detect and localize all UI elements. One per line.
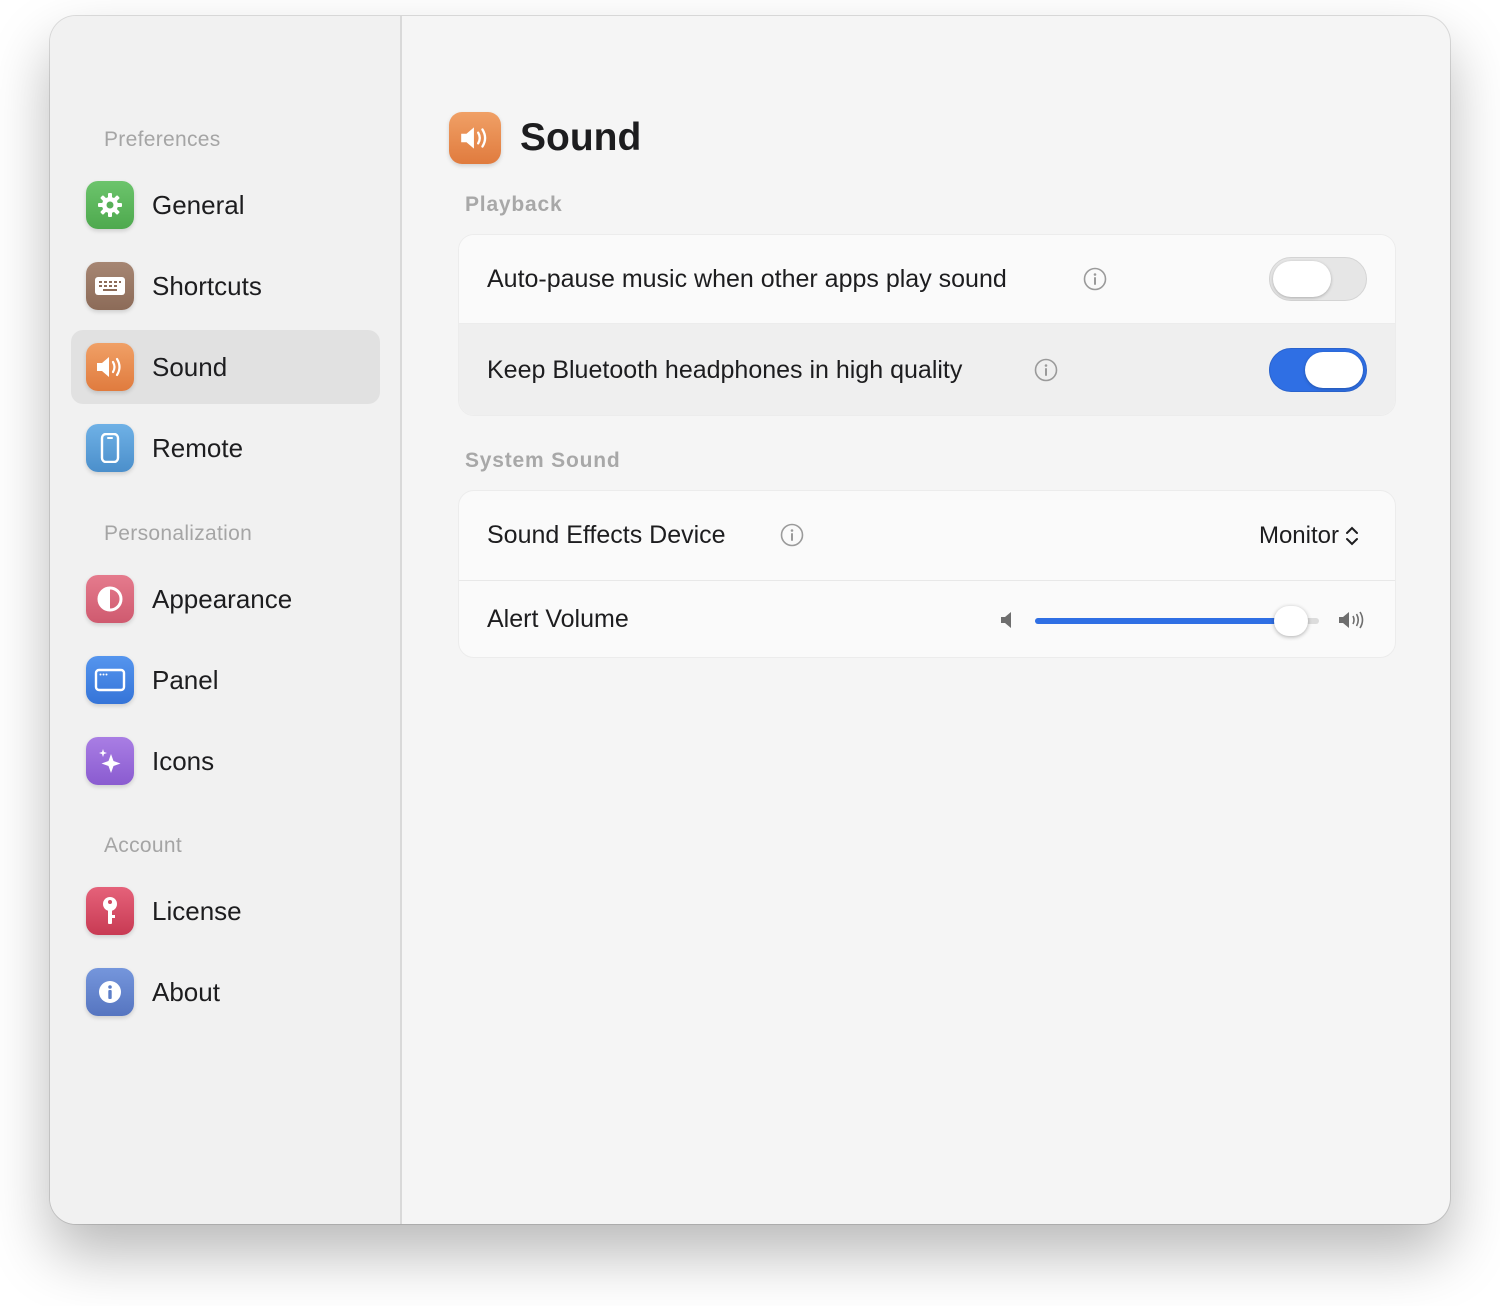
alert-volume-label: Alert Volume (487, 605, 629, 633)
phone-icon (86, 424, 134, 472)
info-icon (86, 968, 134, 1016)
sidebar-item-license[interactable]: License (71, 874, 380, 948)
auto-pause-label: Auto-pause music when other apps play so… (487, 264, 1007, 293)
main-content: Sound Playback Auto-pause music when oth… (404, 16, 1450, 1224)
sparkle-icon (86, 737, 134, 785)
gear-icon (86, 181, 134, 229)
sidebar-item-label: Sound (152, 351, 228, 382)
slider-fill (1035, 618, 1291, 624)
sidebar-item-label: General (152, 189, 245, 220)
bluetooth-quality-toggle[interactable] (1269, 348, 1367, 392)
sidebar-item-panel[interactable]: Panel (71, 643, 380, 717)
sidebar-section-personalization: Personalization (104, 522, 253, 545)
sound-effects-device-label: Sound Effects Device (487, 521, 726, 549)
toggle-knob (1273, 261, 1331, 297)
playback-card: Auto-pause music when other apps play so… (458, 234, 1396, 416)
bluetooth-quality-row: Keep Bluetooth headphones in high qualit… (459, 324, 1395, 415)
sidebar-item-general[interactable]: General (71, 168, 380, 242)
section-title-playback: Playback (465, 193, 563, 216)
page-title: Sound (520, 116, 642, 159)
speaker-icon (449, 112, 501, 164)
sound-effects-device-row: Sound Effects Device Monitor (459, 491, 1395, 581)
alert-volume-row: Alert Volume (459, 581, 1395, 657)
sidebar-item-about[interactable]: About (71, 955, 380, 1029)
key-icon (86, 887, 134, 935)
info-icon[interactable] (780, 523, 804, 547)
slider-thumb[interactable] (1274, 606, 1308, 636)
bluetooth-quality-label: Keep Bluetooth headphones in high qualit… (487, 355, 963, 384)
sidebar-item-shortcuts[interactable]: Shortcuts (71, 249, 380, 323)
sidebar-item-sound[interactable]: Sound (71, 330, 380, 404)
sidebar-item-label: Remote (152, 432, 244, 463)
auto-pause-toggle[interactable] (1269, 257, 1367, 301)
sound-effects-device-select[interactable]: Monitor (1259, 522, 1359, 550)
sidebar-section-account: Account (104, 834, 182, 857)
settings-window: Preferences General Shortcuts Sound Remo… (50, 16, 1450, 1224)
sidebar-item-appearance[interactable]: Appearance (71, 562, 380, 636)
sidebar-item-label: About (152, 976, 220, 1007)
speaker-icon (86, 343, 134, 391)
volume-low-icon (1001, 612, 1011, 628)
info-icon[interactable] (1034, 358, 1058, 382)
chevron-up-down-icon (1346, 526, 1358, 545)
sidebar-item-label: Panel (152, 664, 219, 695)
sidebar-item-icons[interactable]: Icons (71, 724, 380, 798)
sidebar-item-label: Shortcuts (152, 270, 262, 301)
half-circle-icon (86, 575, 134, 623)
auto-pause-row: Auto-pause music when other apps play so… (459, 235, 1395, 324)
info-icon[interactable] (1083, 267, 1107, 291)
select-value: Monitor (1258, 521, 1339, 549)
sidebar-item-remote[interactable]: Remote (71, 411, 380, 485)
sidebar-item-label: License (152, 895, 242, 926)
keyboard-icon (86, 262, 134, 310)
system-sound-card: Sound Effects Device Monitor Alert Volum… (458, 490, 1396, 658)
sidebar-item-label: Appearance (152, 583, 293, 614)
sidebar: Preferences General Shortcuts Sound Remo… (50, 16, 402, 1224)
section-title-system-sound: System Sound (465, 449, 621, 472)
window-icon (86, 656, 134, 704)
sidebar-section-preferences: Preferences (104, 128, 221, 151)
toggle-knob (1305, 352, 1363, 388)
sidebar-item-label: Icons (152, 745, 215, 776)
volume-high-icon (1339, 611, 1364, 629)
alert-volume-slider-group (999, 581, 1369, 657)
